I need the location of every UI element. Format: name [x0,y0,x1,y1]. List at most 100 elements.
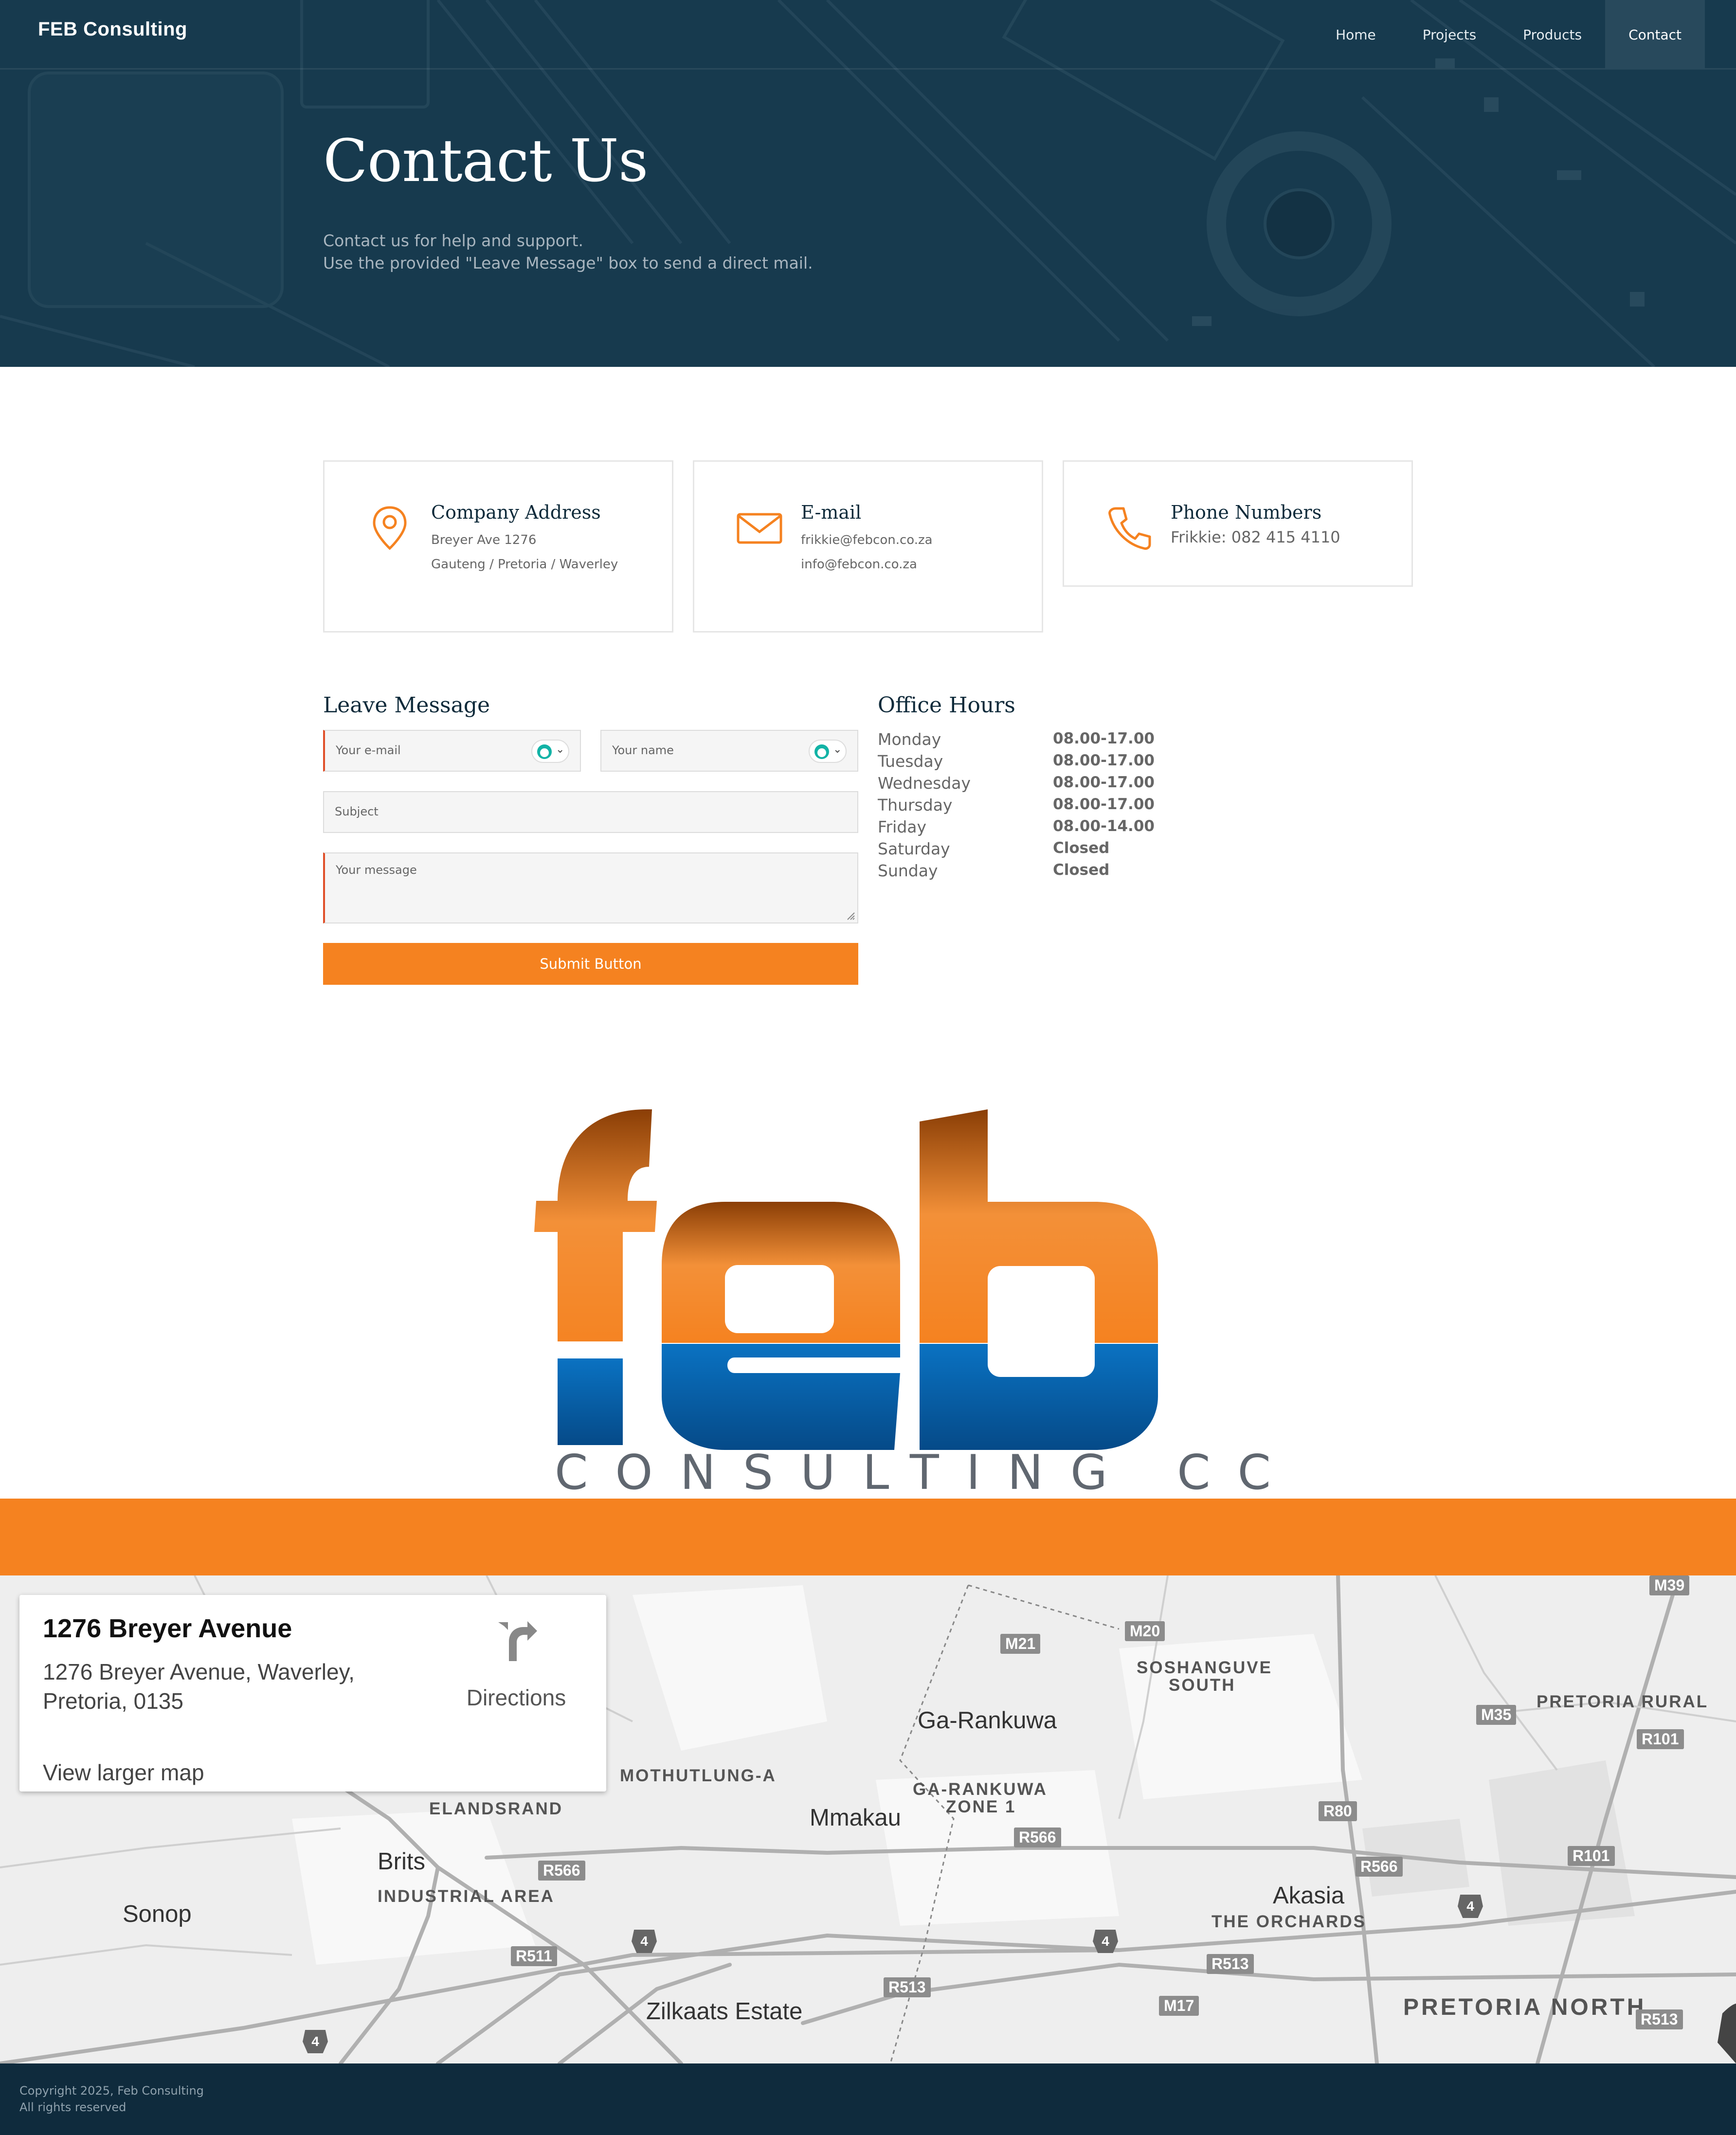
hero-subtitle-line-1: Contact us for help and support. [323,231,583,250]
road-shield: M20 [1125,1621,1165,1641]
email-field-placeholder: Your e-mail [336,743,401,757]
hours-time: 08.00-14.00 [1053,817,1155,835]
address-line-2: Gauteng / Pretoria / Waverley [431,557,618,572]
nav-item-home[interactable]: Home [1312,0,1399,70]
logo-letter-b [920,1109,1158,1450]
address-line-1: Breyer Ave 1276 [431,533,537,547]
road-shield: M21 [1000,1634,1041,1654]
highway-shield: 4 [632,1930,657,1953]
email-address-1[interactable]: frikkie@febcon.co.za [801,533,933,547]
hours-day: Wednesday [878,774,971,793]
email-card: E-mail frikkie@febcon.co.za info@febcon.… [693,460,1043,633]
road-shield: R513 [1636,2009,1683,2029]
orange-divider-band [0,1499,1736,1575]
email-address-2[interactable]: info@febcon.co.za [801,557,917,572]
road-shield: M35 [1476,1705,1517,1725]
road-shield: R101 [1637,1729,1684,1749]
directions-link[interactable]: Directions [465,1684,567,1711]
hours-time: Closed [1053,861,1110,879]
hero-subtitle: Contact us for help and support. Use the… [323,230,813,274]
nav-item-products[interactable]: Products [1500,0,1605,70]
hours-row: Sunday Closed [878,861,1170,883]
email-title: E-mail [801,502,862,523]
place-address-line-1: 1276 Breyer Avenue, Waverley, [43,1659,355,1684]
message-textarea[interactable]: Your message [323,852,858,923]
hours-day: Tuesday [878,752,943,771]
subject-field-placeholder: Subject [335,805,379,818]
phone-number[interactable]: Frikkie: 082 415 4110 [1171,528,1340,546]
road-shield: R566 [1014,1827,1061,1847]
map-label: SOUTH [1169,1676,1236,1695]
map-label: Mmakau [810,1805,901,1831]
directions-icon[interactable] [496,1620,537,1661]
phone-title: Phone Numbers [1171,502,1322,523]
hero-section: FEB Consulting Home Projects Products Co… [0,0,1736,367]
nav-item-contact[interactable]: Contact [1605,0,1705,70]
nav-menu: Home Projects Products Contact [1312,0,1705,70]
road-shield: M17 [1159,1996,1199,2016]
embedded-map[interactable]: Ga-Rankuwa SOSHANGUVE SOUTH PRETORIA RUR… [0,1575,1736,2063]
map-label: PRETORIA RURAL [1537,1692,1709,1711]
hours-time: Closed [1053,839,1110,857]
nav-item-projects[interactable]: Projects [1399,0,1500,70]
hours-time: 08.00-17.00 [1053,796,1155,813]
hours-row: Monday 08.00-17.00 [878,730,1170,752]
hours-time: 08.00-17.00 [1053,730,1155,747]
footer: Copyright 2025, Feb Consulting All right… [0,2063,1736,2135]
phone-icon [1108,507,1151,550]
hours-time: 08.00-17.00 [1053,774,1155,791]
hours-row: Friday 08.00-14.00 [878,817,1170,839]
address-card: Company Address Breyer Ave 1276 Gauteng … [323,460,673,633]
hero-subtitle-line-2: Use the provided "Leave Message" box to … [323,253,813,272]
road-shield: R513 [884,1977,931,1997]
view-larger-map-link[interactable]: View larger map [43,1759,204,1786]
road-shield: R566 [538,1861,585,1881]
email-field[interactable]: Your e-mail ⌄ [323,730,581,772]
hours-row: Wednesday 08.00-17.00 [878,774,1170,796]
hours-day: Friday [878,817,927,836]
road-shield: R566 [1356,1857,1403,1877]
map-label: Akasia [1273,1882,1345,1909]
phone-card: Phone Numbers Frikkie: 082 415 4110 [1063,460,1413,587]
hours-day: Saturday [878,839,950,858]
highway-shield: 4 [1458,1895,1483,1918]
brand-logo[interactable]: FEB Consulting [38,18,187,40]
map-label: Ga-Rankuwa [918,1707,1057,1734]
office-hours-table: Monday 08.00-17.00 Tuesday 08.00-17.00 W… [878,730,1170,883]
logo-letter-f [534,1109,657,1445]
password-manager-icon[interactable]: ⌄ [809,740,847,763]
map-label: Brits [378,1848,425,1875]
resize-handle-icon[interactable] [847,912,855,921]
map-label: MOTHUTLUNG-A [620,1766,777,1785]
password-manager-icon[interactable]: ⌄ [531,740,569,763]
hours-row: Thursday 08.00-17.00 [878,796,1170,817]
map-label: ZONE 1 [946,1797,1016,1816]
name-field[interactable]: Your name ⌄ [600,730,858,772]
hours-row: Saturday Closed [878,839,1170,861]
hours-day: Monday [878,730,941,749]
road-shield: R101 [1568,1846,1615,1866]
subject-field[interactable]: Subject [323,791,858,833]
map-label: GA-RANKUWA [913,1780,1048,1799]
road-shield: M39 [1649,1575,1690,1595]
hours-day: Sunday [878,861,938,880]
logo-letter-e [662,1202,900,1450]
hours-day: Thursday [878,796,953,814]
address-title: Company Address [431,502,601,523]
map-label: Zilkaats Estate [646,1998,803,2025]
road-shield: R80 [1319,1801,1357,1821]
hours-row: Tuesday 08.00-17.00 [878,752,1170,774]
envelope-icon [737,513,782,544]
leave-message-heading: Leave Message [323,693,490,718]
footer-copyright: Copyright 2025, Feb Consulting [19,2084,204,2098]
message-textarea-placeholder: Your message [336,863,417,877]
place-title: 1276 Breyer Avenue [43,1614,292,1643]
submit-button[interactable]: Submit Button [323,943,858,985]
navbar: FEB Consulting Home Projects Products Co… [0,0,1736,70]
map-label: INDUSTRIAL AREA [378,1887,555,1906]
map-label: PRETORIA NORTH [1403,1994,1646,2020]
name-field-placeholder: Your name [612,743,674,757]
place-address: 1276 Breyer Avenue, Waverley, Pretoria, … [43,1657,432,1716]
office-hours-heading: Office Hours [878,693,1015,718]
page-title: Contact Us [323,127,648,195]
